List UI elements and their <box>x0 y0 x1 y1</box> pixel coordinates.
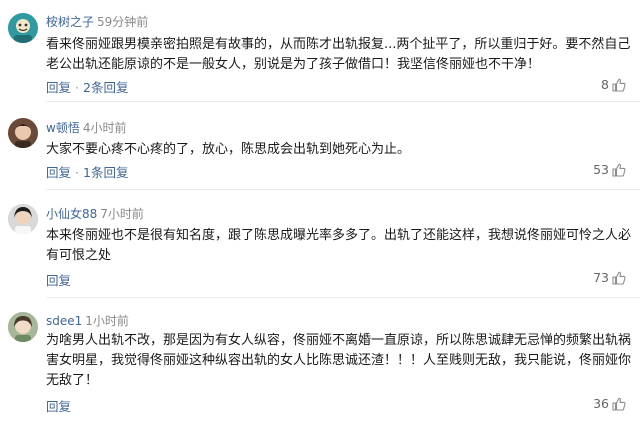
comment-text: 看来佟丽娅跟男模亲密拍照是有故事的，从而陈才出轨报复...两个扯平了，所以重归于… <box>46 37 631 72</box>
comment-timestamp: 59分钟前 <box>97 15 149 29</box>
reply-button[interactable]: 回复 <box>46 80 71 95</box>
like-button[interactable]: 53 <box>593 162 626 177</box>
comment-username[interactable]: w顿悟 4小时前 <box>46 119 126 136</box>
comment-actions: 回复 <box>46 396 71 415</box>
view-replies-link[interactable]: 1条回复 <box>83 165 128 180</box>
avatar[interactable] <box>8 204 38 234</box>
comment-item: 小仙女88 7小时前 本来佟丽娅也不是很有知名度，跟了陈思成曝光率多多了。出轨了还… <box>0 190 640 298</box>
like-button[interactable]: 36 <box>593 396 626 411</box>
thumbs-up-icon[interactable] <box>612 78 626 92</box>
reply-button[interactable]: 回复 <box>46 273 71 288</box>
like-button[interactable]: 73 <box>593 270 626 285</box>
view-replies-link[interactable]: 2条回复 <box>83 80 128 95</box>
like-count: 73 <box>593 270 609 285</box>
comment-timestamp: 7小时前 <box>100 207 144 221</box>
avatar[interactable] <box>8 312 38 342</box>
reply-button[interactable]: 回复 <box>46 399 71 414</box>
reply-button[interactable]: 回复 <box>46 165 71 180</box>
avatar[interactable] <box>8 118 38 148</box>
comment-text: 大家不要心疼不心疼的了，放心，陈思成会出轨到她死心为止。 <box>46 142 411 157</box>
comment-item: w顿悟 4小时前 大家不要心疼不心疼的了，放心，陈思成会出轨到她死心为止。 回复 ·… <box>0 102 640 190</box>
comment-username[interactable]: sdee1 1小时前 <box>46 312 129 329</box>
comment-username[interactable]: 小仙女88 7小时前 <box>46 205 144 222</box>
username-text[interactable]: 小仙女88 <box>46 207 97 221</box>
thumbs-up-icon[interactable] <box>612 163 626 177</box>
username-text[interactable]: sdee1 <box>46 314 82 328</box>
avatar[interactable] <box>8 13 38 43</box>
username-text[interactable]: 桉树之子 <box>46 15 94 29</box>
like-count: 36 <box>593 396 609 411</box>
comment-text: 为啥男人出轨不改，那是因为有女人纵容，佟丽娅不离婚一直原谅，所以陈思诚肆无忌惮的… <box>46 333 632 388</box>
like-button[interactable]: 8 <box>601 77 626 92</box>
comment-text: 本来佟丽娅也不是很有知名度，跟了陈思成曝光率多多了。出轨了还能这样，我想说佟丽娅… <box>46 228 632 263</box>
separator: · <box>75 165 79 180</box>
like-count: 8 <box>601 77 609 92</box>
comment-timestamp: 1小时前 <box>85 314 129 328</box>
username-text[interactable]: w顿悟 <box>46 121 80 135</box>
comment-item: 桉树之子 59分钟前 看来佟丽娅跟男模亲密拍照是有故事的，从而陈才出轨报复...两… <box>0 0 640 102</box>
comment-timestamp: 4小时前 <box>82 121 127 135</box>
thumbs-up-icon[interactable] <box>612 397 626 411</box>
comment-feed: 桉树之子 59分钟前 看来佟丽娅跟男模亲密拍照是有故事的，从而陈才出轨报复...两… <box>0 0 640 422</box>
comment-item: sdee1 1小时前 为啥男人出轨不改，那是因为有女人纵容，佟丽娅不离婚一直原谅，… <box>0 298 640 422</box>
comment-username[interactable]: 桉树之子 59分钟前 <box>46 13 148 30</box>
separator: · <box>75 80 79 95</box>
comment-actions: 回复 <box>46 270 71 289</box>
like-count: 53 <box>593 162 609 177</box>
comment-actions: 回复 · 1条回复 <box>46 162 128 181</box>
comment-actions: 回复 · 2条回复 <box>46 77 128 96</box>
thumbs-up-icon[interactable] <box>612 271 626 285</box>
